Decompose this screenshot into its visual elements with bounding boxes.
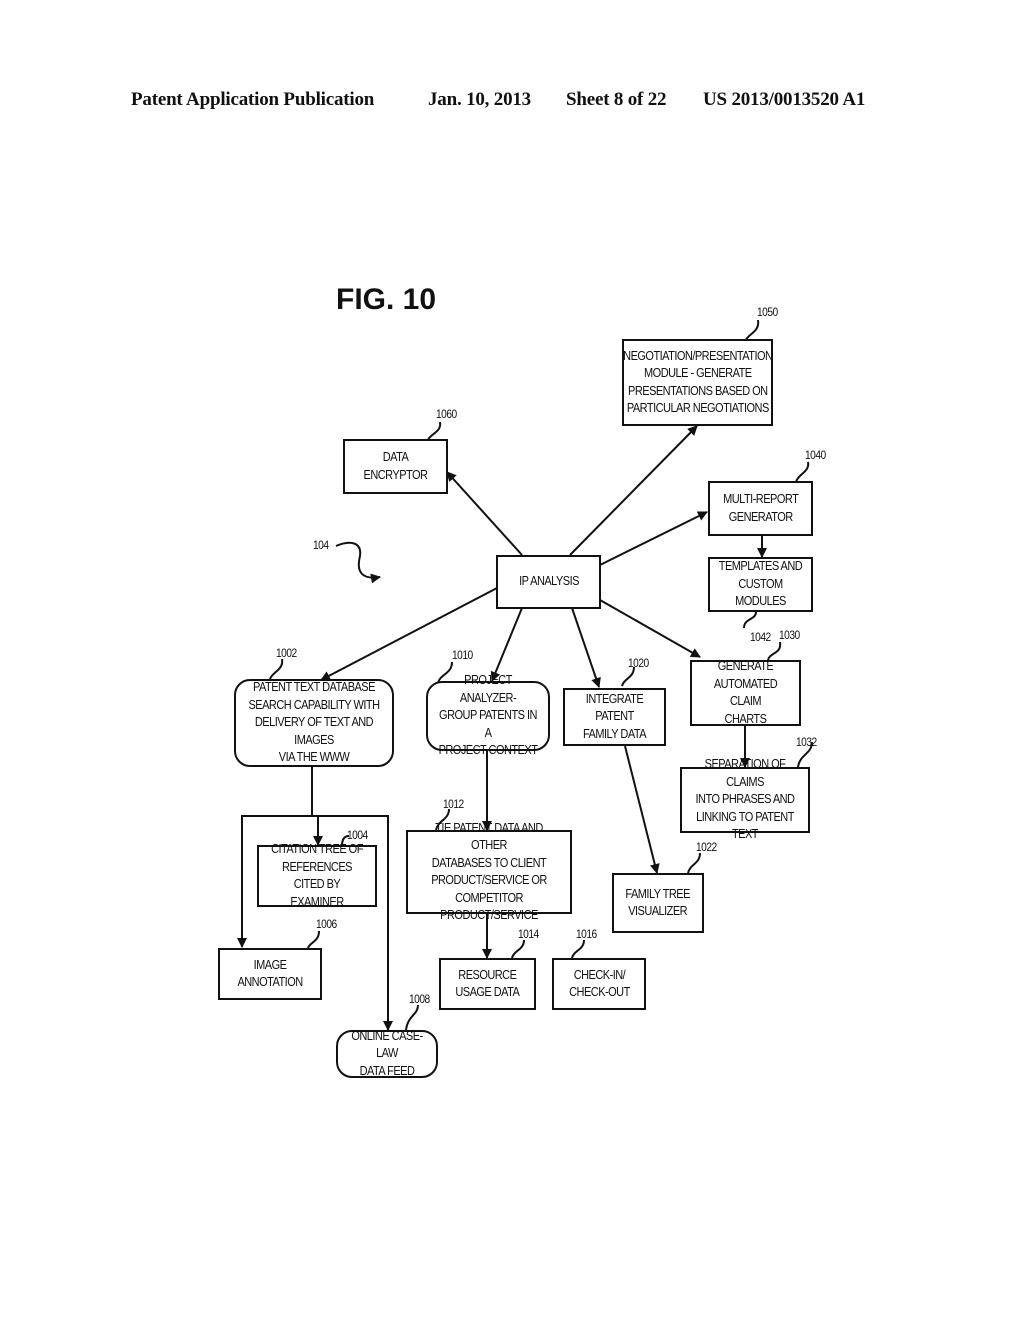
node-1050-negotiation-module: NEGOTIATION/PRESENTATION MODULE - GENERA…	[622, 339, 773, 426]
node-label: CITATION TREE OF REFERENCES CITED BY EXA…	[271, 842, 363, 909]
node-label: PROJECT ANALYZER- GROUP PATENTS IN A PRO…	[438, 673, 538, 758]
node-1004-citation-tree: CITATION TREE OF REFERENCES CITED BY EXA…	[257, 842, 377, 909]
node-1012-tie-patent-data: TIE PATENT DATA AND OTHER DATABASES TO C…	[406, 821, 572, 922]
edge-ip-to-1010	[490, 607, 523, 682]
reference-leader-line	[795, 461, 810, 483]
reference-leader-line	[745, 319, 760, 341]
reference-leader-line	[427, 421, 442, 441]
ref-1042: 1042	[750, 630, 771, 644]
node-label: GENERATE AUTOMATED CLAIM CHARTS	[713, 659, 778, 726]
node-1032-claim-separation: SEPARATION OF CLAIMS INTO PHRASES AND LI…	[680, 757, 810, 841]
node-label: ONLINE CASE-LAW DATA FEED	[351, 1028, 423, 1078]
ref-1030: 1030	[779, 628, 800, 642]
ref-1016: 1016	[576, 927, 597, 941]
reference-leader-line	[307, 930, 320, 949]
ref-1020: 1020	[628, 656, 649, 670]
node-1020-patent-family: INTEGRATE PATENT FAMILY DATA	[563, 688, 666, 746]
node-label: IMAGE ANNOTATION	[237, 957, 303, 990]
node-1016-check-in-out: CHECK-IN/ CHECK-OUT	[552, 958, 646, 1010]
reference-leader-line	[687, 852, 701, 874]
edge-ip-to-1050	[569, 425, 698, 556]
reference-leader-line	[743, 611, 757, 629]
reference-leader-line	[571, 939, 585, 959]
node-label: IP ANALYSIS	[518, 574, 579, 589]
reference-leader-line	[269, 658, 284, 680]
node-label: TEMPLATES AND CUSTOM MODULES	[718, 559, 803, 609]
node-1042-templates: TEMPLATES AND CUSTOM MODULES	[708, 557, 813, 612]
ref-1060: 1060	[436, 407, 457, 421]
node-1030-claim-charts: GENERATE AUTOMATED CLAIM CHARTS	[690, 659, 801, 726]
ref-1032: 1032	[796, 735, 817, 749]
edge-ip-to-1030	[599, 599, 701, 658]
reference-leader-line	[511, 939, 525, 959]
node-label: RESOURCE USAGE DATA	[455, 967, 521, 1000]
ref-1014: 1014	[518, 927, 539, 941]
edge-1020-to-1022	[624, 745, 660, 874]
node-1014-resource-usage: RESOURCE USAGE DATA	[439, 958, 536, 1010]
edge-ip-to-1040	[599, 511, 708, 566]
node-label: TIE PATENT DATA AND OTHER DATABASES TO C…	[431, 820, 547, 923]
reference-leader-line	[405, 1004, 419, 1031]
node-label: DATA ENCRYPTOR	[363, 450, 428, 482]
edge-ip-to-1020	[571, 607, 601, 688]
ref-1008: 1008	[409, 992, 430, 1006]
node-label: MULTI-REPORT GENERATOR	[722, 492, 799, 524]
node-ip-analysis: IP ANALYSIS	[496, 555, 601, 609]
node-label: NEGOTIATION/PRESENTATION MODULE - GENERA…	[622, 348, 773, 416]
node-1040-multi-report-generator: MULTI-REPORT GENERATOR	[708, 481, 813, 536]
node-1002-patent-text-database: PATENT TEXT DATABASE SEARCH CAPABILITY W…	[234, 679, 394, 767]
edge-ip-to-1002	[320, 587, 498, 681]
ref-1004: 1004	[347, 828, 368, 842]
node-1006-image-annotation: IMAGE ANNOTATION	[218, 948, 322, 1000]
ref-104: 104	[313, 538, 329, 552]
edge-ip-to-1060	[446, 471, 523, 556]
ref-1050: 1050	[757, 305, 778, 319]
node-label: INTEGRATE PATENT FAMILY DATA	[582, 691, 647, 741]
ref-1002: 1002	[276, 646, 297, 660]
node-label: SEPARATION OF CLAIMS INTO PHRASES AND LI…	[695, 757, 795, 842]
ref-1006: 1006	[316, 917, 337, 931]
node-label: FAMILY TREE VISUALIZER	[625, 886, 691, 919]
node-label: PATENT TEXT DATABASE SEARCH CAPABILITY W…	[248, 680, 380, 765]
ref-1012: 1012	[443, 797, 464, 811]
ref-1010: 1010	[452, 648, 473, 662]
ref-1040: 1040	[805, 448, 826, 462]
node-label: CHECK-IN/ CHECK-OUT	[568, 967, 630, 1000]
connector-layer	[237, 319, 813, 1031]
node-1010-project-analyzer: PROJECT ANALYZER- GROUP PATENTS IN A PRO…	[426, 673, 550, 757]
node-1060-data-encryptor: DATA ENCRYPTOR	[343, 439, 448, 494]
system-ref-arrow	[335, 541, 381, 584]
node-1008-case-law-feed: ONLINE CASE-LAW DATA FEED	[336, 1028, 438, 1078]
node-1022-family-tree-visualizer: FAMILY TREE VISUALIZER	[612, 873, 704, 933]
